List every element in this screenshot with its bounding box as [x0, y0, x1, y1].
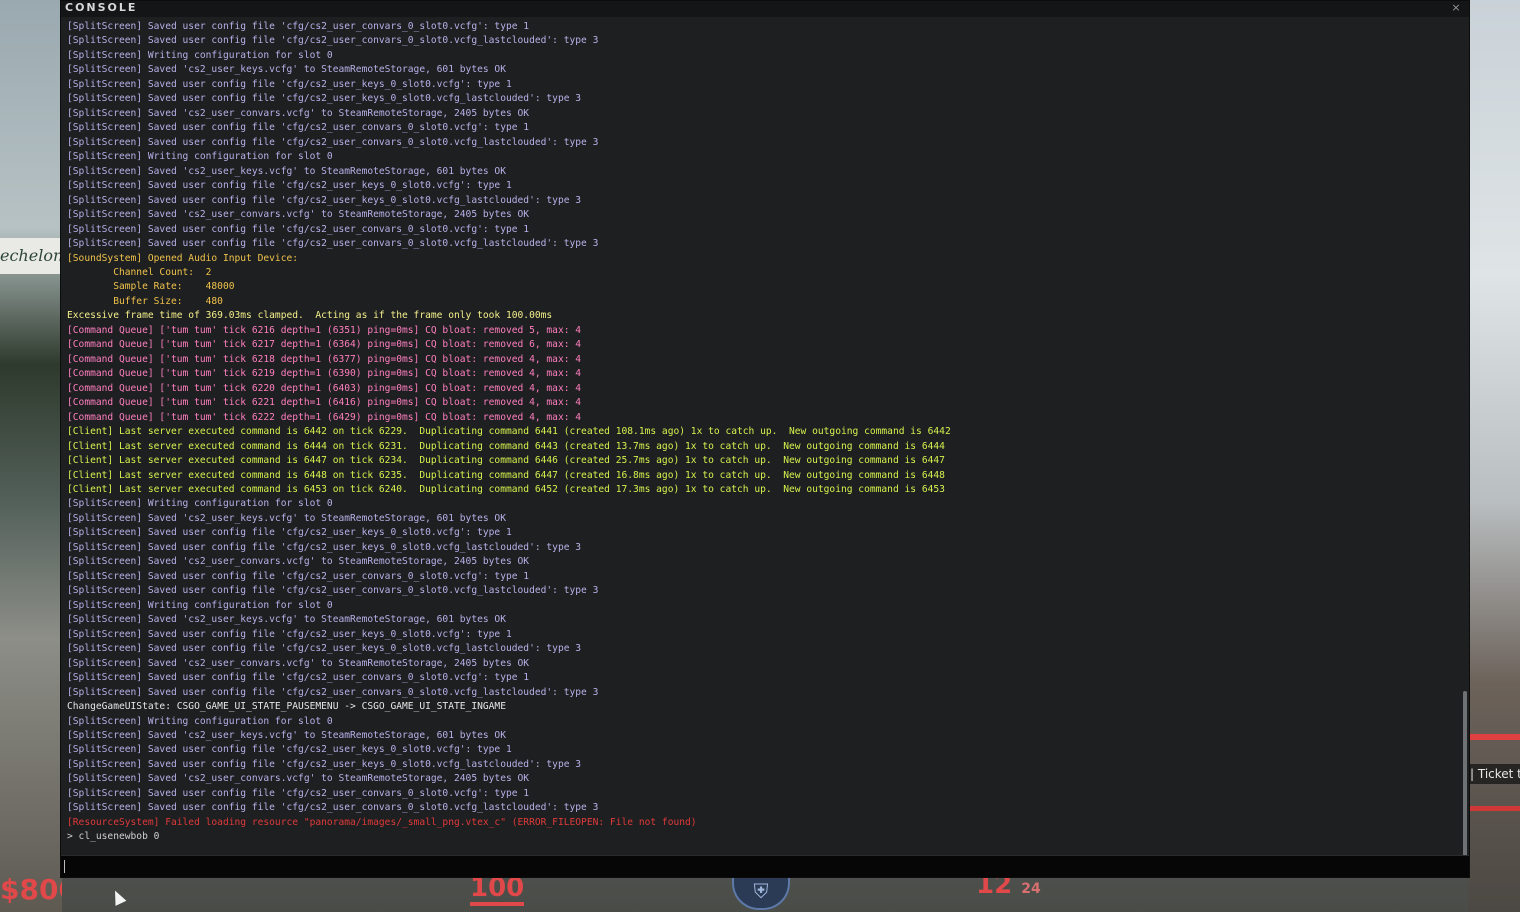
console-line: [SplitScreen] Saved user config file 'cf…: [67, 527, 512, 539]
console-line: [SplitScreen] Saved user config file 'cf…: [67, 35, 599, 47]
console-line: [SplitScreen] Saved user config file 'cf…: [67, 787, 530, 799]
console-line: [SplitScreen] Saved 'cs2_user_convars.vc…: [67, 773, 530, 785]
console-line: Excessive frame time of 369.03ms clamped…: [67, 310, 553, 322]
console-line: [SoundSystem] Opened Audio Input Device:: [67, 252, 299, 264]
console-line: [SplitScreen] Saved user config file 'cf…: [67, 802, 599, 814]
console-line: [SplitScreen] Writing configuration for …: [67, 599, 333, 611]
console-line: [SplitScreen] Saved user config file 'cf…: [67, 744, 512, 756]
console-line: [SplitScreen] Saved user config file 'cf…: [67, 570, 530, 582]
hud-health: 100: [470, 873, 525, 903]
console-line: [SplitScreen] Saved 'cs2_user_convars.vc…: [67, 657, 530, 669]
console-line: [SplitScreen] Saved user config file 'cf…: [67, 686, 599, 698]
console-line: [SplitScreen] Writing configuration for …: [67, 498, 333, 510]
console-line: [Command Queue] ['tum tum' tick 6219 dep…: [67, 368, 582, 380]
console-line: [Client] Last server executed command is…: [67, 440, 945, 452]
console-line: [SplitScreen] Saved user config file 'cf…: [67, 21, 530, 32]
console-line: [SplitScreen] Saved 'cs2_user_convars.vc…: [67, 107, 530, 119]
console-line: [SplitScreen] Saved user config file 'cf…: [67, 628, 512, 640]
ticket-label: | Ticket t: [1468, 764, 1520, 784]
console-line: [Client] Last server executed command is…: [67, 469, 945, 481]
console-line: [SplitScreen] Saved user config file 'cf…: [67, 238, 599, 250]
console-title: CONSOLE: [65, 1, 138, 14]
console-line: [Command Queue] ['tum tum' tick 6222 dep…: [67, 411, 582, 423]
console-line: [SplitScreen] Writing configuration for …: [67, 151, 333, 163]
console-line: [Command Queue] ['tum tum' tick 6216 dep…: [67, 324, 582, 336]
console-line: [Command Queue] ['tum tum' tick 6221 dep…: [67, 397, 582, 409]
console-titlebar[interactable]: CONSOLE ×: [61, 1, 1469, 17]
hud-streak: [1468, 806, 1520, 811]
console-line: > cl_usenewbob 0: [67, 831, 160, 843]
console-window: CONSOLE × [SplitScreen] Saved user confi…: [60, 0, 1470, 878]
console-line: [SplitScreen] Saved user config file 'cf…: [67, 541, 582, 553]
console-scrollbar[interactable]: [1463, 691, 1467, 857]
hud-streak: [1468, 734, 1520, 740]
console-input[interactable]: [61, 855, 1469, 877]
console-line: [SplitScreen] Saved user config file 'cf…: [67, 136, 599, 148]
billboard-sign: echelon: [0, 238, 62, 274]
hud-health-bar: [470, 902, 524, 906]
console-line: [SplitScreen] Saved user config file 'cf…: [67, 180, 512, 192]
console-line: [SplitScreen] Saved 'cs2_user_keys.vcfg'…: [67, 614, 506, 626]
console-line: [Command Queue] ['tum tum' tick 6220 dep…: [67, 382, 582, 394]
console-line: [SplitScreen] Saved 'cs2_user_convars.vc…: [67, 209, 530, 221]
console-line: [Command Queue] ['tum tum' tick 6217 dep…: [67, 339, 582, 351]
console-line: [SplitScreen] Saved user config file 'cf…: [67, 672, 530, 684]
console-line: [SplitScreen] Saved 'cs2_user_keys.vcfg'…: [67, 64, 506, 76]
close-icon[interactable]: ×: [1449, 1, 1463, 15]
console-line: Buffer Size: 480: [67, 295, 223, 307]
console-line: [SplitScreen] Writing configuration for …: [67, 715, 333, 727]
hud-money: $800: [0, 873, 62, 906]
console-line: [SplitScreen] Saved user config file 'cf…: [67, 78, 512, 90]
console-line: [SplitScreen] Saved 'cs2_user_keys.vcfg'…: [67, 165, 506, 177]
hud-ammo-reserve: 24: [1021, 881, 1041, 897]
console-line: [ResourceSystem] Failed loading resource…: [67, 816, 697, 828]
console-line: [SplitScreen] Saved 'cs2_user_convars.vc…: [67, 556, 530, 568]
console-line: [Client] Last server executed command is…: [67, 484, 945, 495]
console-line: [SplitScreen] Saved user config file 'cf…: [67, 122, 530, 134]
console-line: [SplitScreen] Saved user config file 'cf…: [67, 758, 582, 770]
console-log[interactable]: [SplitScreen] Saved user config file 'cf…: [67, 20, 1455, 844]
game-scene-left: [0, 0, 62, 912]
console-line: Sample Rate: 48000: [67, 281, 235, 293]
console-line: [SplitScreen] Saved user config file 'cf…: [67, 223, 530, 235]
text-caret: [64, 860, 65, 873]
console-line: ChangeGameUIState: CSGO_GAME_UI_STATE_PA…: [67, 701, 506, 713]
hud-ammo: 12 24: [976, 872, 1041, 908]
console-line: [Client] Last server executed command is…: [67, 455, 945, 467]
console-line: [Client] Last server executed command is…: [67, 426, 951, 438]
console-line: [SplitScreen] Writing configuration for …: [67, 49, 333, 61]
console-line: [SplitScreen] Saved user config file 'cf…: [67, 194, 582, 206]
console-line: [SplitScreen] Saved user config file 'cf…: [67, 93, 582, 105]
console-line: [SplitScreen] Saved 'cs2_user_keys.vcfg'…: [67, 512, 506, 524]
console-line: [SplitScreen] Saved user config file 'cf…: [67, 643, 582, 655]
console-line: [SplitScreen] Saved 'cs2_user_keys.vcfg'…: [67, 729, 506, 741]
console-line: Channel Count: 2: [67, 266, 212, 278]
console-line: [Command Queue] ['tum tum' tick 6218 dep…: [67, 353, 582, 365]
console-line: [SplitScreen] Saved user config file 'cf…: [67, 585, 599, 597]
